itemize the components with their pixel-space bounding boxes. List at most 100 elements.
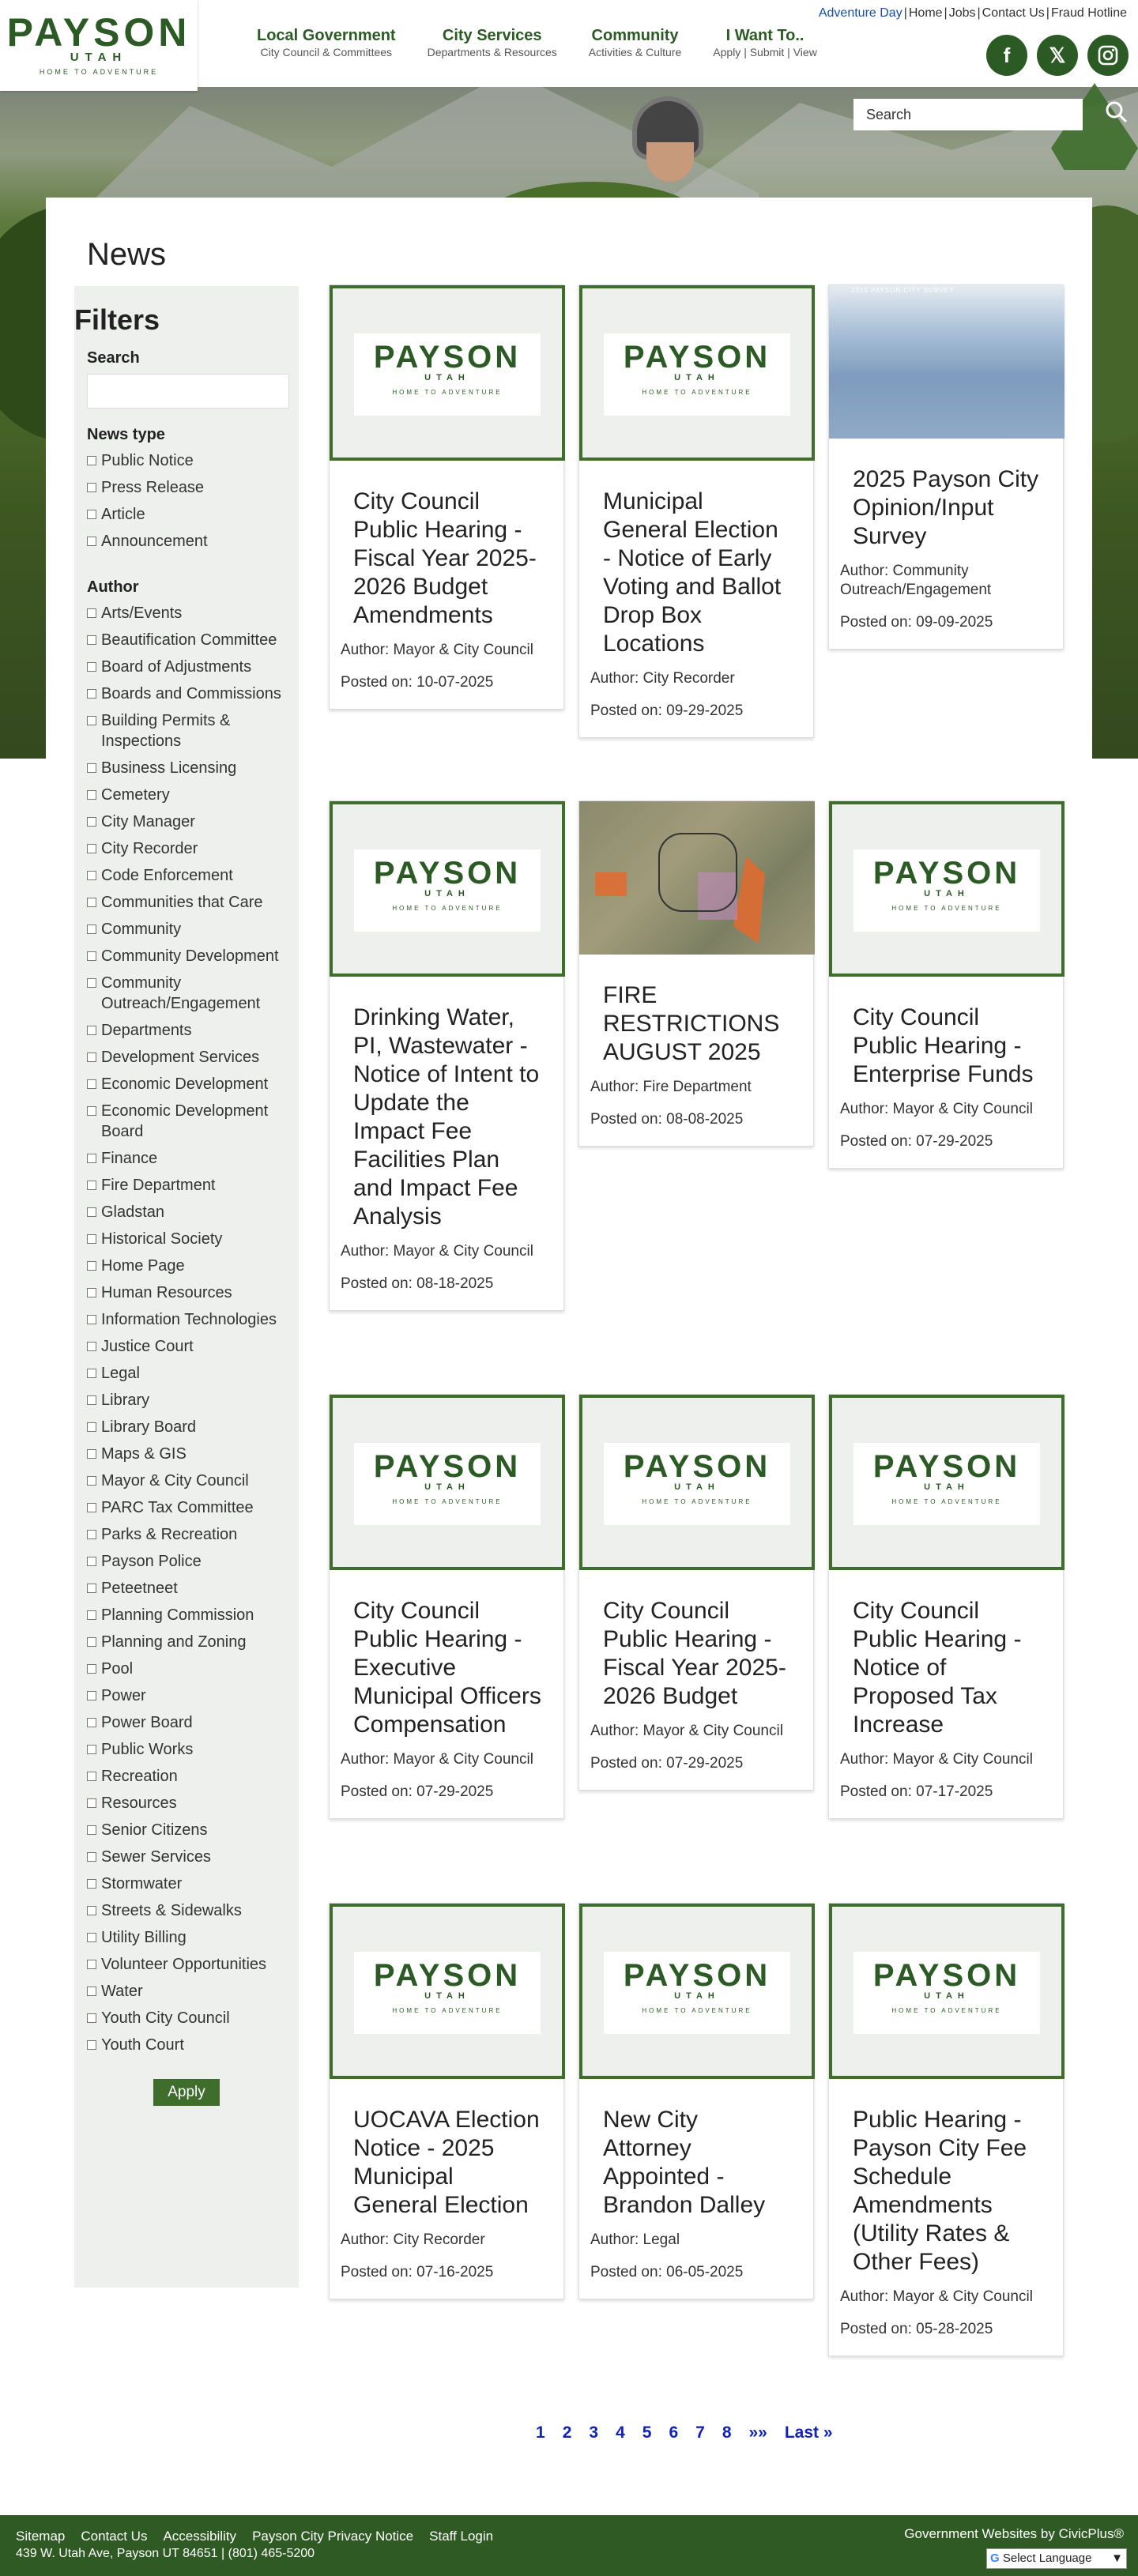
page-link[interactable]: 7 [695, 2423, 705, 2442]
author-option[interactable]: Water [87, 1978, 289, 2005]
page-link[interactable]: 6 [669, 2423, 678, 2442]
author-option[interactable]: Development Services [87, 1044, 289, 1071]
author-option[interactable]: Finance [87, 1145, 289, 1172]
checkbox[interactable] [87, 1449, 96, 1459]
card-title[interactable]: 2025 Payson City Opinion/Input Survey [829, 439, 1063, 551]
news-type-option[interactable]: Article [87, 501, 289, 528]
card-title[interactable]: Municipal General Election - Notice of E… [579, 461, 813, 658]
checkbox[interactable] [87, 1315, 96, 1324]
card-logo-image[interactable]: PAYSON UTAH HOME TO ADVENTURE [330, 1395, 565, 1570]
toplink-adventure-day[interactable]: Adventure Day [819, 6, 902, 20]
author-option[interactable]: Arts/Events [87, 600, 289, 627]
checkbox[interactable] [87, 1691, 96, 1700]
checkbox[interactable] [87, 1718, 96, 1727]
page-link[interactable]: 2 [563, 2423, 572, 2442]
checkbox[interactable] [87, 1053, 96, 1062]
checkbox[interactable] [87, 1879, 96, 1889]
card-logo-image[interactable]: PAYSON UTAH HOME TO ADVENTURE [330, 285, 565, 461]
checkbox[interactable] [87, 898, 96, 907]
author-option[interactable]: Departments [87, 1017, 289, 1044]
author-option[interactable]: Mayor & City Council [87, 1467, 289, 1494]
card-title[interactable]: City Council Public Hearing - Fiscal Yea… [579, 1570, 813, 1711]
checkbox[interactable] [87, 456, 96, 465]
card-title[interactable]: UOCAVA Election Notice - 2025 Municipal … [330, 2079, 563, 2220]
checkbox[interactable] [87, 1906, 96, 1915]
author-option[interactable]: Payson Police [87, 1548, 289, 1575]
page-link[interactable]: 5 [642, 2423, 652, 2442]
author-option[interactable]: Home Page [87, 1252, 289, 1279]
card-logo-image[interactable]: PAYSON UTAH HOME TO ADVENTURE [330, 801, 565, 977]
checkbox[interactable] [87, 1181, 96, 1190]
card-logo-image[interactable]: PAYSON UTAH HOME TO ADVENTURE [829, 1904, 1065, 2079]
author-option[interactable]: Historical Society [87, 1226, 289, 1252]
author-option[interactable]: Power [87, 1682, 289, 1709]
author-option[interactable]: Library [87, 1387, 289, 1414]
checkbox[interactable] [87, 510, 96, 519]
news-card[interactable]: PAYSON UTAH HOME TO ADVENTURE City Council … [828, 1394, 1065, 1819]
author-option[interactable]: Public Works [87, 1736, 289, 1763]
author-option[interactable]: Maps & GIS [87, 1441, 289, 1467]
checkbox[interactable] [87, 2040, 96, 2050]
card-logo-image[interactable]: PAYSON UTAH HOME TO ADVENTURE [579, 1395, 815, 1570]
nav-i-want-to[interactable]: I Want To.. Apply | Submit | View [713, 27, 817, 58]
card-logo-image[interactable]: PAYSON UTAH HOME TO ADVENTURE [829, 1395, 1065, 1570]
author-option[interactable]: Justice Court [87, 1333, 289, 1360]
checkbox[interactable] [87, 925, 96, 934]
author-option[interactable]: Planning and Zoning [87, 1629, 289, 1655]
checkbox[interactable] [87, 1079, 96, 1089]
news-card[interactable]: PAYSON UTAH HOME TO ADVENTURE City Council … [828, 800, 1065, 1169]
checkbox[interactable] [87, 662, 96, 672]
card-title[interactable]: FIRE RESTRICTIONS AUGUST 2025 [579, 955, 813, 1067]
footer-link-sitemap[interactable]: Sitemap [16, 2529, 65, 2544]
card-logo-image[interactable]: PAYSON UTAH HOME TO ADVENTURE [579, 285, 815, 461]
card-logo-image[interactable]: PAYSON UTAH HOME TO ADVENTURE [829, 801, 1065, 977]
news-card[interactable]: PAYSON UTAH HOME TO ADVENTURE Drinking Wate… [329, 800, 565, 1311]
checkbox[interactable] [87, 1852, 96, 1862]
card-title[interactable]: City Council Public Hearing - Enterprise… [829, 977, 1063, 1089]
author-option[interactable]: Community Development [87, 943, 289, 970]
author-option[interactable]: Youth Court [87, 2032, 289, 2058]
card-logo-image[interactable]: PAYSON UTAH HOME TO ADVENTURE [330, 1904, 565, 2079]
checkbox[interactable] [87, 790, 96, 800]
author-option[interactable]: Youth City Council [87, 2005, 289, 2032]
card-logo-image[interactable]: PAYSON UTAH HOME TO ADVENTURE [579, 1904, 815, 2079]
author-option[interactable]: Boards and Commissions [87, 680, 289, 707]
checkbox[interactable] [87, 1798, 96, 1808]
author-option[interactable]: Human Resources [87, 1279, 289, 1306]
news-type-option[interactable]: Public Notice [87, 447, 289, 474]
checkbox[interactable] [87, 537, 96, 546]
checkbox[interactable] [87, 1960, 96, 1969]
author-option[interactable]: Streets & Sidewalks [87, 1897, 289, 1924]
author-option[interactable]: Parks & Recreation [87, 1521, 289, 1548]
news-card[interactable]: PAYSON UTAH HOME TO ADVENTURE UOCAVA Electi… [329, 1903, 565, 2299]
checkbox[interactable] [87, 1503, 96, 1512]
apply-button[interactable]: Apply [153, 2079, 220, 2106]
news-card[interactable]: PAYSON UTAH HOME TO ADVENTURE New City Atto… [578, 1903, 815, 2299]
toplink-contact-us[interactable]: Contact Us [982, 6, 1045, 20]
author-option[interactable]: Planning Commission [87, 1602, 289, 1629]
author-option[interactable]: Building Permits & Inspections [87, 707, 289, 755]
checkbox[interactable] [87, 608, 96, 618]
card-title[interactable]: New City Attorney Appointed - Brandon Da… [579, 2079, 813, 2220]
author-option[interactable]: Cemetery [87, 781, 289, 808]
author-option[interactable]: Community [87, 916, 289, 943]
author-option[interactable]: Economic Development Board [87, 1098, 289, 1145]
checkbox[interactable] [87, 1637, 96, 1647]
author-option[interactable]: Pool [87, 1655, 289, 1682]
author-option[interactable]: City Manager [87, 808, 289, 835]
nav-community[interactable]: Community Activities & Culture [589, 27, 681, 58]
page-link[interactable]: 4 [616, 2423, 625, 2442]
instagram-icon[interactable] [1087, 35, 1129, 76]
card-survey-image[interactable]: 2025 PAYSON CITY SURVEY [829, 285, 1065, 439]
author-option[interactable]: City Recorder [87, 835, 289, 862]
checkbox[interactable] [87, 951, 96, 961]
checkbox[interactable] [87, 1664, 96, 1674]
author-option[interactable]: Information Technologies [87, 1306, 289, 1333]
checkbox[interactable] [87, 1395, 96, 1405]
author-option[interactable]: Power Board [87, 1709, 289, 1736]
filter-search-input[interactable] [87, 374, 289, 409]
card-title[interactable]: City Council Public Hearing - Executive … [330, 1570, 563, 1739]
author-option[interactable]: Utility Billing [87, 1924, 289, 1951]
checkbox[interactable] [87, 1369, 96, 1378]
card-title[interactable]: City Council Public Hearing - Fiscal Yea… [330, 461, 563, 630]
